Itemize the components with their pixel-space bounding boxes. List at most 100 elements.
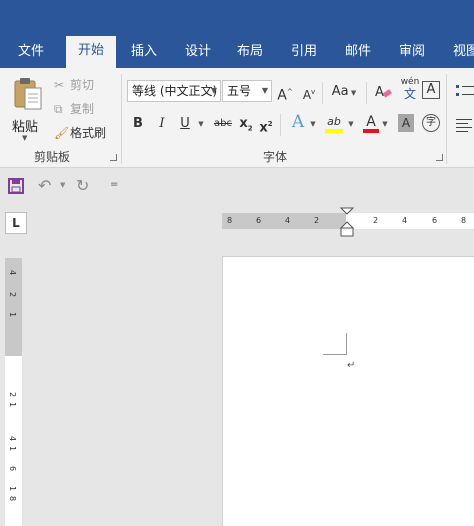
ruler-number: 4 [285, 216, 291, 225]
underline-icon: U [180, 116, 190, 131]
subscript-button[interactable]: x2 [238, 114, 254, 134]
tab-mailings[interactable]: 邮件 [336, 40, 380, 68]
ruler-number: 2 [373, 216, 379, 225]
font-color-icon: A [366, 114, 376, 130]
tab-review[interactable]: 审阅 [390, 40, 434, 68]
strikethrough-icon: abc [214, 118, 232, 129]
cut-label: 剪切 [70, 78, 95, 92]
eraser-icon: A [375, 85, 392, 100]
font-color-dropdown[interactable]: ▼ [380, 114, 390, 134]
paste-icon [14, 78, 42, 110]
ruler-margin-left [222, 213, 346, 229]
tab-view[interactable]: 视图 [444, 40, 474, 68]
underline-button[interactable]: U [178, 114, 192, 134]
svg-text:A: A [375, 85, 384, 100]
enclose-characters-button[interactable]: 字 [422, 114, 440, 132]
ruler-number: 1 [8, 445, 18, 452]
chevron-down-icon: ▼ [198, 120, 204, 128]
save-icon [8, 178, 24, 194]
character-shading-button[interactable]: A [398, 114, 414, 132]
font-size-dropdown[interactable]: 五号 ▼ [222, 80, 272, 102]
tab-selector-button[interactable]: L [5, 212, 27, 234]
copy-label: 复制 [70, 102, 95, 116]
font-name-dropdown[interactable]: 等线 (中文正文) ▼ [127, 80, 221, 102]
tab-layout[interactable]: 布局 [228, 40, 272, 68]
ruler-number: 6 [256, 216, 262, 225]
character-border-button[interactable]: A [422, 81, 440, 99]
quick-access-toolbar: ↶ ▼ ↻ = [0, 169, 474, 203]
italic-icon: I [159, 116, 165, 131]
document-page[interactable]: ↵ [222, 256, 474, 526]
copy-button[interactable]: ⧉ 复制 [54, 100, 94, 117]
format-painter-button[interactable]: 🖌格式刷 [54, 124, 106, 141]
change-case-button[interactable]: Aa ▼ [328, 82, 360, 102]
word-window: 文件 开始 插入 设计 布局 引用 邮件 审阅 视图 粘贴 ▼ ✂ 剪切 ⧉ 复… [0, 0, 474, 526]
clipboard-launcher-icon[interactable] [110, 154, 117, 161]
redo-button[interactable]: ↻ [76, 176, 96, 196]
superscript-icon: x [259, 120, 268, 136]
clear-formatting-button[interactable]: A [372, 82, 394, 102]
superscript-button[interactable]: x2 [258, 114, 274, 136]
paste-button[interactable]: 粘贴 ▼ [8, 74, 48, 142]
font-name-value: 等线 (中文正文) [132, 84, 218, 98]
text-effects-button[interactable]: A [288, 112, 308, 132]
paste-label: 粘贴 [12, 120, 39, 135]
scissors-icon: ✂ [54, 78, 65, 92]
chevron-down-icon: ▼ [348, 120, 354, 128]
undo-icon: ↶ [38, 176, 52, 195]
customize-qat-button[interactable]: = [110, 179, 118, 190]
tab-stop-icon: L [12, 216, 20, 230]
text-effects-icon: A [291, 112, 305, 132]
ribbon-tab-bar: 文件 开始 插入 设计 布局 引用 邮件 审阅 视图 [0, 0, 474, 68]
font-launcher-icon[interactable] [436, 154, 443, 161]
bold-button[interactable]: B [131, 114, 145, 134]
ruler-number: 2 [314, 216, 320, 225]
chevron-down-icon: ▼ [210, 86, 217, 95]
vertical-ruler[interactable]: 4 2 1 2 1 4 1 6 1 8 [5, 258, 22, 526]
margin-corner-mark [323, 333, 347, 355]
ruler-number: 1 [8, 311, 18, 318]
bullets-icon[interactable] [456, 82, 474, 100]
italic-button[interactable]: I [155, 114, 169, 134]
save-button[interactable] [8, 178, 26, 196]
ruler-number: 2 [8, 291, 18, 298]
ruler-number: 8 [227, 216, 233, 225]
grow-font-icon: A [277, 87, 287, 104]
indent-marker-icon[interactable] [340, 207, 354, 237]
font-group-label: 字体 [263, 150, 288, 164]
redo-icon: ↻ [76, 176, 90, 195]
chevron-down-icon: ▼ [60, 181, 66, 189]
phonetic-guide-button[interactable]: wén 文 [398, 77, 422, 103]
strikethrough-button[interactable]: abc [210, 114, 236, 134]
ruler-number: 6 [8, 465, 18, 472]
tab-insert[interactable]: 插入 [122, 40, 166, 68]
shrink-font-button[interactable]: Av [300, 82, 318, 102]
chevron-down-icon: ▼ [348, 89, 357, 97]
undo-dropdown[interactable]: ▼ [60, 181, 65, 189]
chevron-down-icon: ▼ [310, 120, 316, 128]
ruler-number: 8 [8, 495, 18, 502]
tab-home[interactable]: 开始 [66, 36, 116, 68]
highlight-button[interactable]: ab [322, 112, 346, 133]
undo-button[interactable]: ↶ [38, 176, 58, 196]
align-left-icon[interactable] [456, 116, 474, 134]
divider [280, 114, 281, 136]
text-effects-dropdown[interactable]: ▼ [308, 114, 318, 134]
tab-design[interactable]: 设计 [176, 40, 220, 68]
highlight-dropdown[interactable]: ▼ [346, 114, 356, 134]
chevron-down-icon: ▼ [22, 134, 28, 142]
cut-button[interactable]: ✂ 剪切 [54, 76, 94, 93]
highlight-color-swatch [325, 129, 343, 133]
underline-dropdown[interactable]: ▼ [196, 114, 206, 134]
font-color-button[interactable]: A [362, 112, 380, 133]
tab-file[interactable]: 文件 [8, 40, 54, 68]
bold-icon: B [133, 116, 143, 131]
tab-references[interactable]: 引用 [282, 40, 326, 68]
subscript-icon: x [239, 116, 248, 131]
divider [322, 82, 323, 104]
ruler-number: 4 [8, 435, 18, 442]
grow-font-button[interactable]: A^ [276, 82, 294, 104]
copy-icon: ⧉ [54, 102, 63, 116]
ruler-number: 2 [8, 391, 18, 398]
phonetic-guide-char: 文 [403, 87, 416, 101]
